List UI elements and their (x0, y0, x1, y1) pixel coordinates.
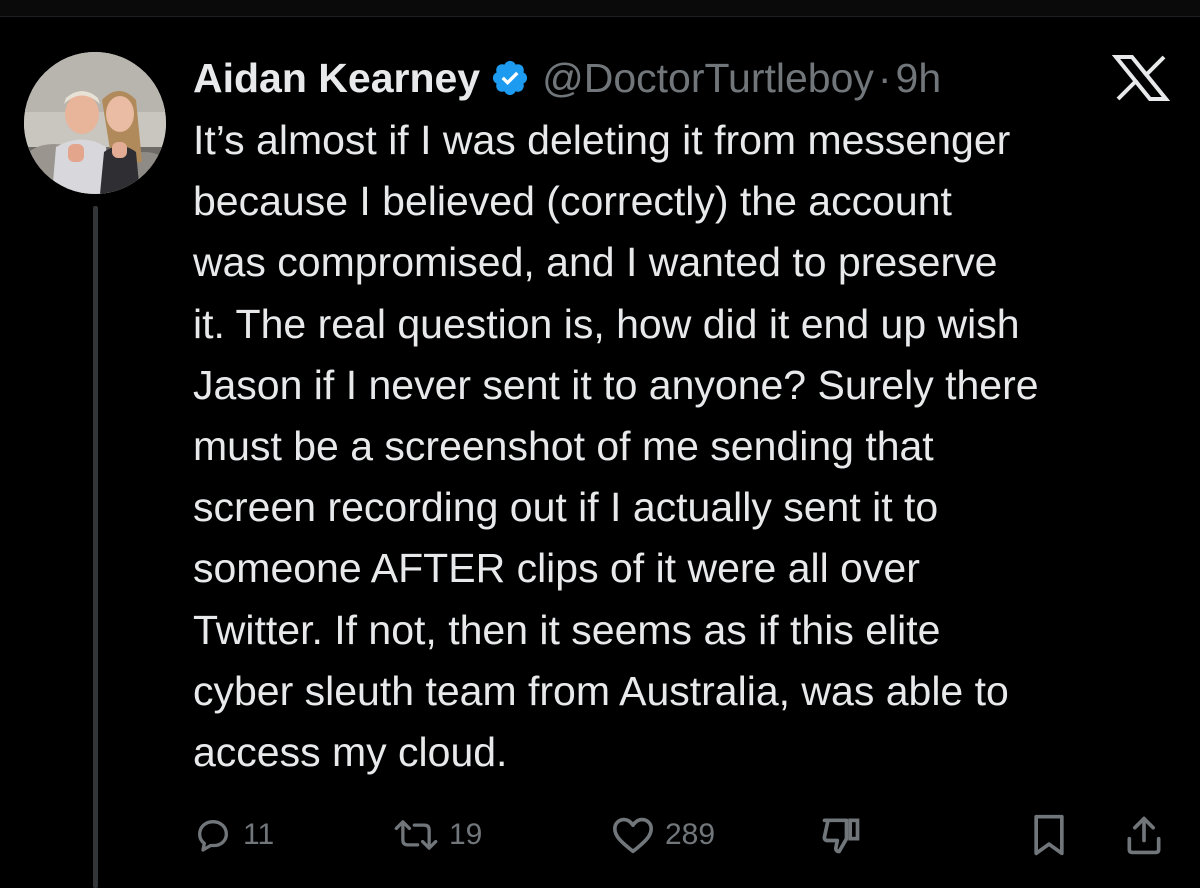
tweet-text-line: because I believed (correctly) the accou… (193, 178, 952, 225)
author-handle[interactable]: @DoctorTurtleboy (542, 55, 874, 102)
timestamp[interactable]: 9h (896, 55, 942, 102)
thread-line (93, 206, 98, 888)
retweet-count: 19 (449, 818, 483, 851)
bookmark-button[interactable] (1029, 808, 1069, 862)
avatar-photo (24, 52, 166, 194)
avatar[interactable] (24, 52, 166, 194)
share-icon (1123, 813, 1165, 857)
bookmark-icon (1029, 813, 1069, 857)
tweet-text-line: access my cloud. (193, 728, 508, 775)
tweet-text-line: it. The real question is, how did it end… (193, 300, 1020, 347)
tweet-text-line: Jason if I never sent it to anyone? Sure… (193, 361, 1039, 408)
tweet-actions: 11 19 289 (193, 808, 1173, 862)
author-display-name[interactable]: Aidan Kearney (193, 55, 480, 102)
like-count: 289 (665, 818, 716, 851)
reply-count: 11 (243, 818, 275, 851)
tweet-text-line: was compromised, and I wanted to preserv… (193, 239, 998, 286)
tweet-text-line: screen recording out if I actually sent … (193, 484, 939, 531)
separator-dot: · (877, 54, 892, 101)
tweet-text-line: Twitter. If not, then it seems as if thi… (193, 606, 941, 653)
tweet-text-line: must be a screenshot of me sending that (193, 422, 934, 469)
verified-badge-icon (490, 58, 530, 98)
like-button[interactable]: 289 (611, 808, 715, 862)
tweet-text-line: someone AFTER clips of it were all over (193, 545, 920, 592)
dislike-icon (819, 813, 863, 857)
tweet-header: Aidan Kearney @DoctorTurtleboy · 9h (193, 52, 941, 104)
dislike-button[interactable] (819, 808, 863, 862)
retweet-button[interactable]: 19 (393, 808, 482, 862)
share-button[interactable] (1123, 808, 1165, 862)
tweet-body: It’s almost if I was deleting it from me… (193, 110, 1183, 783)
reply-icon (193, 815, 233, 855)
x-logo-icon (1111, 55, 1171, 101)
tweet-text-line: cyber sleuth team from Australia, was ab… (193, 667, 1009, 714)
tweet-text-line: It’s almost if I was deleting it from me… (193, 117, 1011, 163)
retweet-icon (393, 815, 439, 855)
reply-button[interactable]: 11 (193, 808, 274, 862)
top-divider (0, 0, 1200, 17)
like-icon (611, 815, 655, 855)
